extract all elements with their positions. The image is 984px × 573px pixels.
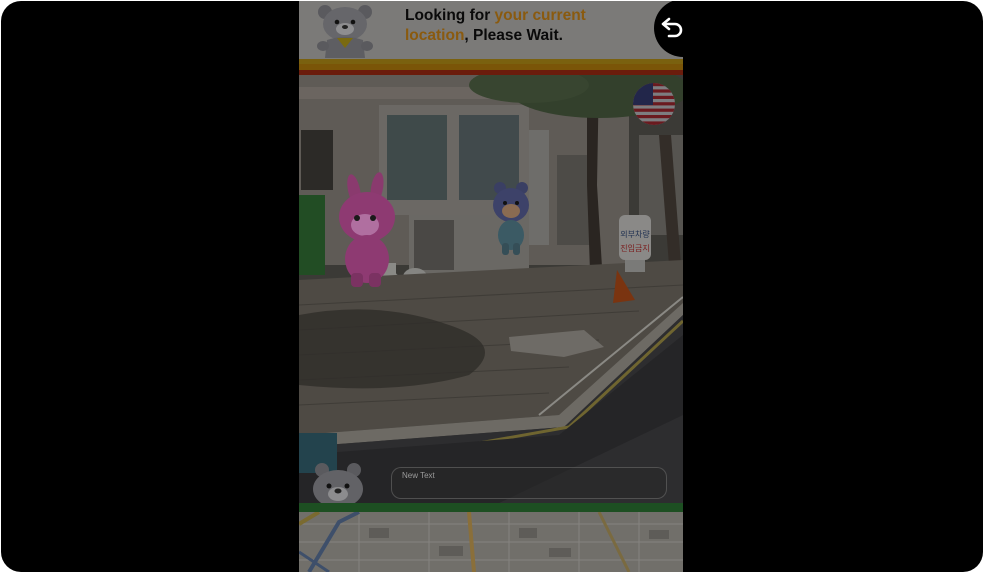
header-color-stripes bbox=[299, 59, 683, 75]
sign-text-1: 외부차량 bbox=[620, 229, 650, 239]
language-flag-button[interactable] bbox=[633, 83, 675, 125]
camera-view: 외부차량 진입금지 bbox=[299, 62, 683, 503]
device-frame: Looking for your current location, Please… bbox=[1, 1, 983, 572]
map-tiles bbox=[299, 510, 683, 572]
bear-menu-button[interactable] bbox=[309, 461, 367, 509]
street-scene: 외부차량 진입금지 bbox=[299, 62, 683, 503]
highlight-text: your current bbox=[494, 7, 586, 24]
app-screen: Looking for your current location, Please… bbox=[299, 1, 683, 572]
input-placeholder: New Text bbox=[402, 471, 435, 480]
highlight-text: location bbox=[405, 27, 465, 44]
bear-mascot-icon bbox=[317, 5, 373, 58]
bear-face-icon bbox=[313, 463, 363, 508]
header-banner: Looking for your current location, Please… bbox=[299, 1, 683, 59]
location-status-message: Looking for your current location, Please… bbox=[405, 7, 586, 44]
back-arrow-icon bbox=[661, 17, 683, 38]
bottom-green-bar bbox=[299, 503, 683, 512]
us-flag-icon bbox=[633, 83, 675, 125]
new-text-input[interactable]: New Text bbox=[391, 467, 667, 499]
map-view[interactable] bbox=[299, 510, 683, 572]
back-button[interactable] bbox=[654, 1, 683, 57]
sign-text-2: 진입금지 bbox=[620, 243, 649, 253]
